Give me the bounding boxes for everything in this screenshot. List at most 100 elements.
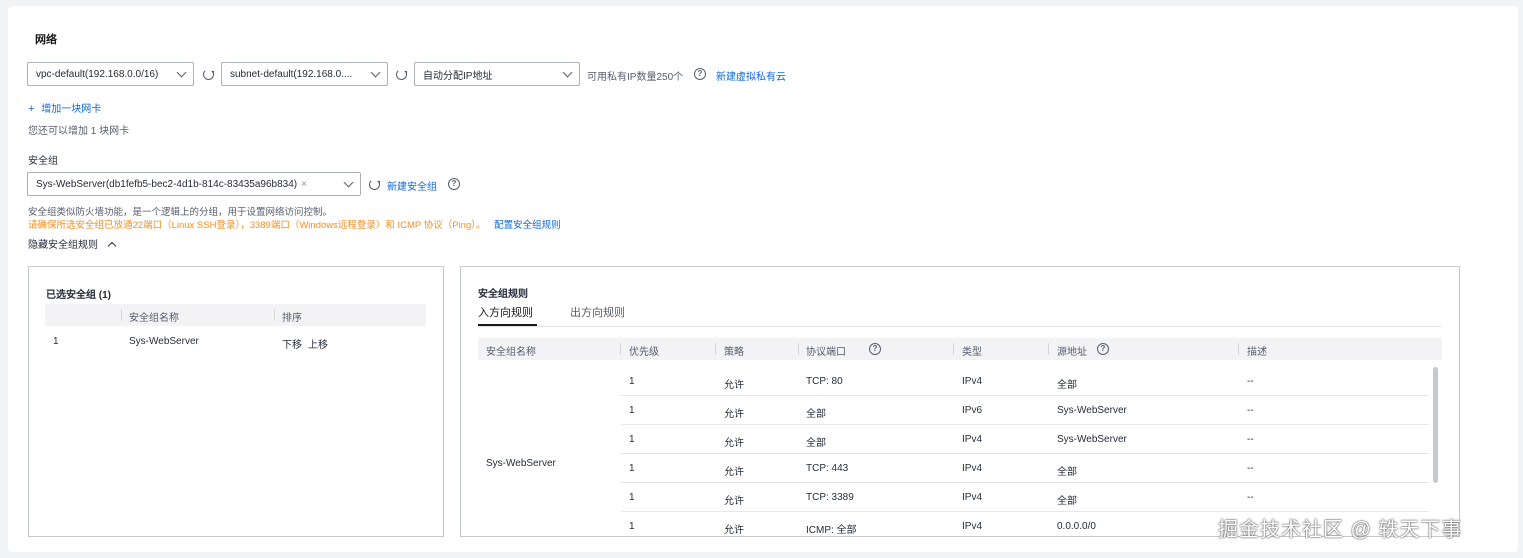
subnet-select[interactable]: subnet-default(192.168.0.... (221, 62, 388, 86)
rule-port: TCP: 80 (806, 376, 843, 387)
help-icon[interactable]: ? (869, 343, 881, 355)
security-group-select[interactable]: Sys-WebServer(db1fefb5-bec2-4d1b-814c-83… (27, 172, 361, 196)
security-group-tag: Sys-WebServer(db1fefb5-bec2-4d1b-814c-83… (36, 178, 298, 190)
rule-policy: 允许 (724, 525, 744, 536)
header-type: 类型 (962, 347, 982, 358)
selected-security-groups-panel: 已选安全组 (1) 安全组名称 排序 1 Sys-WebServer 下移 上移 (28, 266, 444, 537)
rule-port: ICMP: 全部 (806, 525, 857, 536)
tab-outbound[interactable]: 出方向规则 (570, 304, 625, 320)
rule-priority: 1 (629, 405, 635, 416)
security-group-desc: 安全组类似防火墙功能，是一个逻辑上的分组，用于设置网络访问控制。 (28, 207, 333, 218)
new-vpc-link[interactable]: 新建虚拟私有云 (716, 68, 786, 83)
rule-desc: -- (1247, 405, 1254, 416)
help-icon[interactable]: ? (694, 68, 706, 80)
row-divider (621, 453, 1429, 454)
hide-rules-label: 隐藏安全组规则 (28, 240, 98, 251)
tab-inbound[interactable]: 入方向规则 (478, 304, 533, 320)
refresh-security-group-icon[interactable] (369, 179, 380, 190)
rule-source[interactable]: Sys-WebServer (1057, 434, 1127, 445)
rule-policy: 允许 (724, 409, 744, 420)
security-group-label: 安全组 (28, 156, 58, 167)
chevron-down-icon (562, 67, 573, 77)
network-section-title: 网络 (35, 34, 57, 46)
row-divider (621, 482, 1429, 483)
rule-port: 全部 (806, 438, 826, 449)
row-divider (621, 511, 1429, 512)
security-warning-text: 请确保所选安全组已放通22端口（Linux SSH登录），3389端口（Wind… (28, 220, 486, 231)
rule-desc: -- (1247, 492, 1254, 503)
help-icon[interactable]: ? (1097, 343, 1109, 355)
rule-priority: 1 (629, 463, 635, 474)
header-order: 排序 (282, 313, 302, 324)
rule-policy: 允许 (724, 438, 744, 449)
selected-panel-title: 已选安全组 (1) (46, 290, 111, 301)
rule-type: IPv4 (962, 521, 983, 532)
header-protocol-port: 协议端口 (806, 347, 846, 358)
row-divider (621, 395, 1429, 396)
rule-policy: 允许 (724, 496, 744, 507)
hide-rules-toggle[interactable]: 隐藏安全组规则 (28, 236, 117, 251)
security-rules-panel: 安全组规则 入方向规则 出方向规则 安全组名称 优先级 策略 协议端口 ? 类型… (460, 266, 1460, 537)
rule-port: 全部 (806, 409, 826, 420)
chevron-down-icon (176, 67, 187, 77)
rule-type: IPv4 (962, 434, 983, 445)
refresh-subnet-icon[interactable] (396, 69, 407, 80)
rule-priority: 1 (629, 376, 635, 387)
rule-desc: -- (1247, 463, 1254, 474)
move-down-button[interactable]: 下移 (282, 336, 302, 351)
rule-policy: 允许 (724, 467, 744, 478)
rule-type: IPv4 (962, 463, 983, 474)
add-nic-button[interactable]: + 增加一块网卡 (28, 100, 101, 115)
add-nic-label: 增加一块网卡 (41, 104, 102, 115)
subnet-select-value: subnet-default(192.168.0.... (230, 68, 353, 80)
rule-source: 0.0.0.0/0 (1057, 521, 1096, 532)
watermark: 掘金技术社区 @ 轶天下事 (1218, 519, 1463, 541)
security-warning: 请确保所选安全组已放通22端口（Linux SSH登录），3389端口（Wind… (28, 217, 561, 231)
rule-desc: -- (1247, 376, 1254, 387)
rule-source[interactable]: Sys-WebServer (1057, 405, 1127, 416)
row-name: Sys-WebServer (129, 336, 199, 347)
row-index: 1 (53, 336, 59, 347)
rule-source: 全部 (1057, 467, 1077, 478)
ip-assign-select[interactable]: 自动分配IP地址 (414, 62, 580, 86)
rules-table-header: 安全组名称 优先级 策略 协议端口 ? 类型 源地址 ? 描述 (478, 338, 1442, 360)
header-group-name: 安全组名称 (486, 347, 536, 358)
rule-priority: 1 (629, 521, 635, 532)
ip-assign-select-value: 自动分配IP地址 (423, 70, 493, 82)
rules-scrollbar[interactable] (1433, 367, 1438, 483)
close-icon[interactable]: × (301, 179, 307, 190)
rule-priority: 1 (629, 492, 635, 503)
rule-desc: -- (1247, 434, 1254, 445)
rule-type: IPv4 (962, 492, 983, 503)
row-divider (621, 424, 1429, 425)
move-up-button[interactable]: 上移 (308, 336, 328, 351)
main-card: 网络 vpc-default(192.168.0.0/16) subnet-de… (8, 6, 1518, 552)
config-security-rules-link[interactable]: 配置安全组规则 (494, 220, 561, 231)
header-policy: 策略 (724, 347, 744, 358)
rule-source: 全部 (1057, 496, 1077, 507)
rules-group-name: Sys-WebServer (486, 458, 556, 469)
chevron-down-icon (343, 177, 354, 187)
rule-policy: 允许 (724, 380, 744, 391)
rule-source: 全部 (1057, 380, 1077, 391)
vpc-select-value: vpc-default(192.168.0.0/16) (36, 68, 159, 80)
header-priority: 优先级 (629, 347, 659, 358)
help-icon[interactable]: ? (448, 178, 460, 190)
rules-panel-title: 安全组规则 (478, 289, 528, 300)
chevron-down-icon (370, 67, 381, 77)
plus-icon: + (28, 103, 35, 115)
vpc-select[interactable]: vpc-default(192.168.0.0/16) (27, 62, 194, 86)
header-desc: 描述 (1247, 347, 1267, 358)
rule-type: IPv6 (962, 405, 983, 416)
available-ip-count: 可用私有IP数量250个 (587, 72, 684, 83)
chevron-up-icon (107, 241, 117, 251)
selected-table-header: 安全组名称 排序 (45, 304, 426, 326)
refresh-vpc-icon[interactable] (203, 69, 214, 80)
rule-priority: 1 (629, 434, 635, 445)
header-source: 源地址 (1057, 347, 1087, 358)
rule-port: TCP: 443 (806, 463, 849, 474)
header-name: 安全组名称 (129, 313, 179, 324)
rule-port: TCP: 3389 (806, 492, 854, 503)
nic-hint: 您还可以增加 1 块网卡 (28, 126, 130, 137)
new-security-group-link[interactable]: 新建安全组 (387, 178, 437, 193)
